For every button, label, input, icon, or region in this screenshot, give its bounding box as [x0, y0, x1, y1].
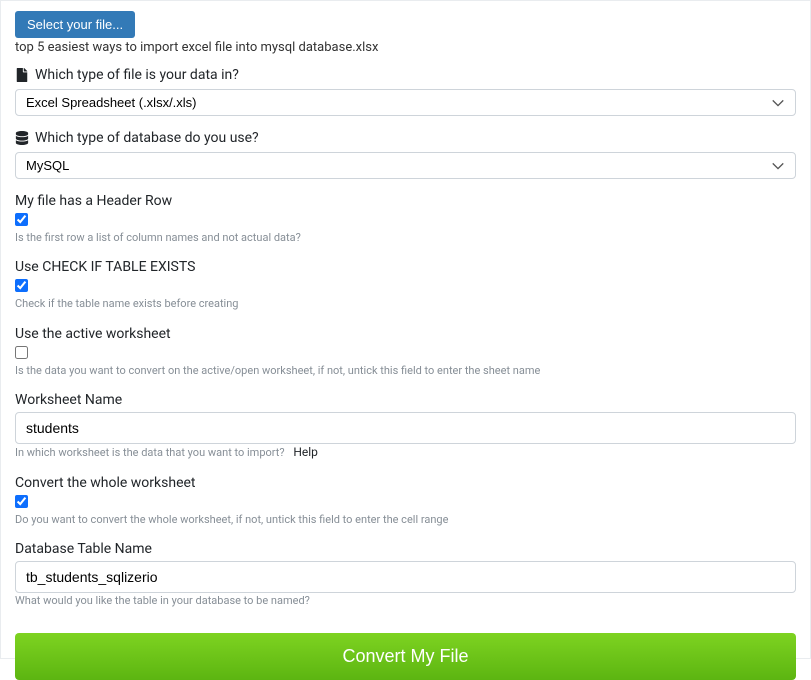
active-worksheet-checkbox[interactable] — [15, 346, 28, 359]
select-file-button[interactable]: Select your file... — [15, 11, 135, 38]
db-type-label: Which type of database do you use? — [35, 130, 259, 146]
selected-filename: top 5 easiest ways to import excel file … — [15, 40, 796, 55]
database-icon — [15, 131, 29, 145]
table-name-help: What would you like the table in your da… — [15, 593, 796, 608]
file-icon — [15, 68, 29, 82]
check-table-checkbox[interactable] — [15, 279, 28, 292]
worksheet-name-label: Worksheet Name — [15, 392, 796, 408]
whole-worksheet-help: Do you want to convert the whole workshe… — [15, 512, 796, 527]
header-row-checkbox[interactable] — [15, 213, 28, 226]
table-name-label: Database Table Name — [15, 541, 796, 557]
db-type-select[interactable]: MySQL — [15, 152, 796, 179]
check-table-label: Use CHECK IF TABLE EXISTS — [15, 259, 796, 275]
header-row-label: My file has a Header Row — [15, 193, 796, 209]
check-table-help: Check if the table name exists before cr… — [15, 296, 796, 311]
convert-button[interactable]: Convert My File — [15, 633, 796, 680]
table-name-input[interactable] — [15, 561, 796, 593]
file-type-label: Which type of file is your data in? — [35, 67, 239, 83]
worksheet-name-input[interactable] — [15, 412, 796, 444]
whole-worksheet-label: Convert the whole worksheet — [15, 475, 796, 491]
header-row-help: Is the first row a list of column names … — [15, 230, 796, 245]
active-worksheet-help: Is the data you want to convert on the a… — [15, 363, 796, 378]
worksheet-name-help: In which worksheet is the data that you … — [15, 446, 285, 459]
whole-worksheet-checkbox[interactable] — [15, 495, 28, 508]
active-worksheet-label: Use the active worksheet — [15, 326, 796, 342]
file-type-select[interactable]: Excel Spreadsheet (.xlsx/.xls) — [15, 89, 796, 116]
worksheet-help-link[interactable]: Help — [293, 445, 318, 459]
